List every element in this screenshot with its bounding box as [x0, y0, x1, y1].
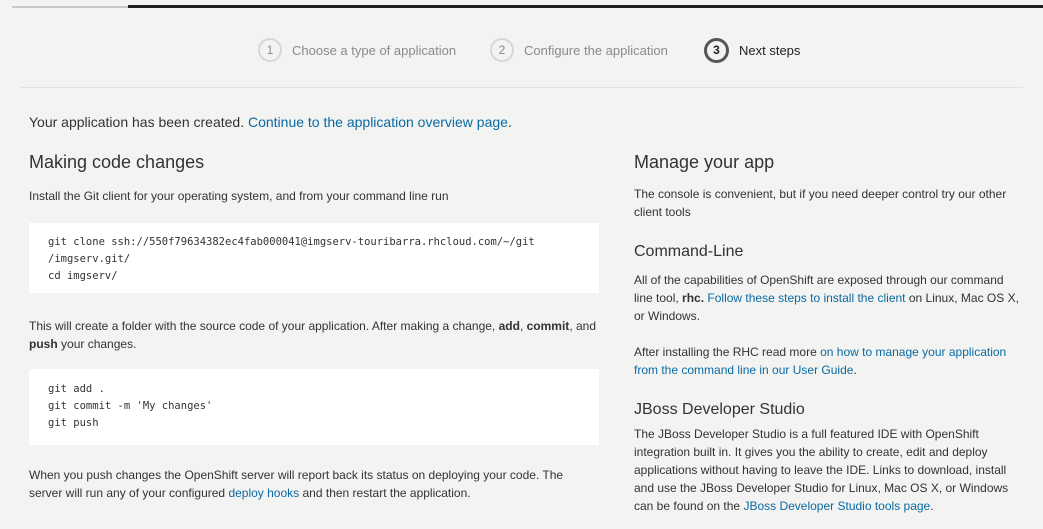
step-number-1: 1 [258, 38, 282, 62]
git-intro-text: Install the Git client for your operatin… [29, 189, 449, 203]
add-word: add [498, 319, 520, 333]
step-label-2: Configure the application [524, 42, 668, 58]
wizard-step-1[interactable]: 1 Choose a type of application [258, 34, 456, 66]
manage-heading: Manage your app [634, 152, 775, 172]
rhc-text-1: After installing the RHC read more [634, 345, 817, 359]
install-client-link[interactable]: Follow these steps to install the client [707, 291, 905, 305]
step-number-3: 3 [704, 37, 729, 63]
step-label-3: Next steps [739, 42, 801, 58]
clone-line-3: cd imgserv/ [48, 270, 118, 282]
top-bar-active-tab [12, 6, 128, 8]
push-line-2: git commit -m 'My changes' [48, 400, 213, 412]
divider [20, 87, 1023, 88]
git-push-block[interactable]: git add . git commit -m 'My changes' git… [29, 369, 599, 445]
commit-word: commit [526, 319, 570, 333]
folder-text: This will create a folder with the sourc… [29, 317, 599, 353]
jboss-tools-link[interactable]: JBoss Developer Studio tools page [743, 499, 930, 513]
command-line-heading: Command-Line [634, 243, 744, 260]
wizard-step-3: 3 Next steps [704, 34, 800, 66]
rhc-word: rhc. [682, 291, 705, 305]
deploy-hooks-link[interactable]: deploy hooks [228, 486, 299, 500]
code-changes-heading: Making code changes [29, 152, 205, 172]
created-message: Your application has been created. Conti… [29, 114, 512, 130]
jboss-text: The JBoss Developer Studio is a full fea… [634, 425, 1019, 515]
wizard-steps: 1 Choose a type of application 2 Configu… [0, 34, 1043, 66]
rhc-text: After installing the RHC read more on ho… [634, 343, 1019, 379]
manage-app-section: Manage your app The console is convenien… [634, 152, 1019, 515]
push-line-1: git add . [48, 383, 105, 395]
step-number-2: 2 [490, 38, 514, 62]
comma-1: , [519, 319, 524, 333]
git-clone-block[interactable]: git clone ssh://550f79634382ec4fab000041… [29, 223, 599, 293]
cli-text: All of the capabilities of OpenShift are… [634, 271, 1019, 325]
wizard-step-2[interactable]: 2 Configure the application [490, 34, 668, 66]
overview-link[interactable]: Continue to the application overview pag… [248, 114, 508, 130]
manage-intro-text: The console is convenient, but if you ne… [634, 187, 1007, 219]
folder-text-1: This will create a folder with the sourc… [29, 319, 496, 333]
top-bar [0, 0, 1043, 10]
clone-line-1: git clone ssh://550f79634382ec4fab000041… [48, 236, 535, 248]
step-label-1: Choose a type of application [292, 42, 457, 58]
server-text-1: When you push changes the OpenShift serv… [29, 468, 540, 482]
and-text: , and [569, 319, 597, 333]
code-changes-section: Making code changes Install the Git clie… [29, 152, 599, 502]
server-text-3: and then restart the application. [302, 486, 471, 500]
push-word: push [29, 337, 58, 351]
top-bar-border [128, 5, 1043, 8]
rhc-period: . [853, 363, 857, 377]
clone-line-2: /imgserv.git/ [48, 253, 131, 265]
jboss-period: . [930, 499, 934, 513]
created-period: . [507, 114, 512, 130]
created-text: Your application has been created. [29, 114, 245, 130]
folder-text-2: your changes. [61, 337, 137, 351]
jboss-heading: JBoss Developer Studio [634, 401, 805, 418]
server-text: When you push changes the OpenShift serv… [29, 466, 599, 502]
push-line-3: git push [48, 417, 99, 429]
